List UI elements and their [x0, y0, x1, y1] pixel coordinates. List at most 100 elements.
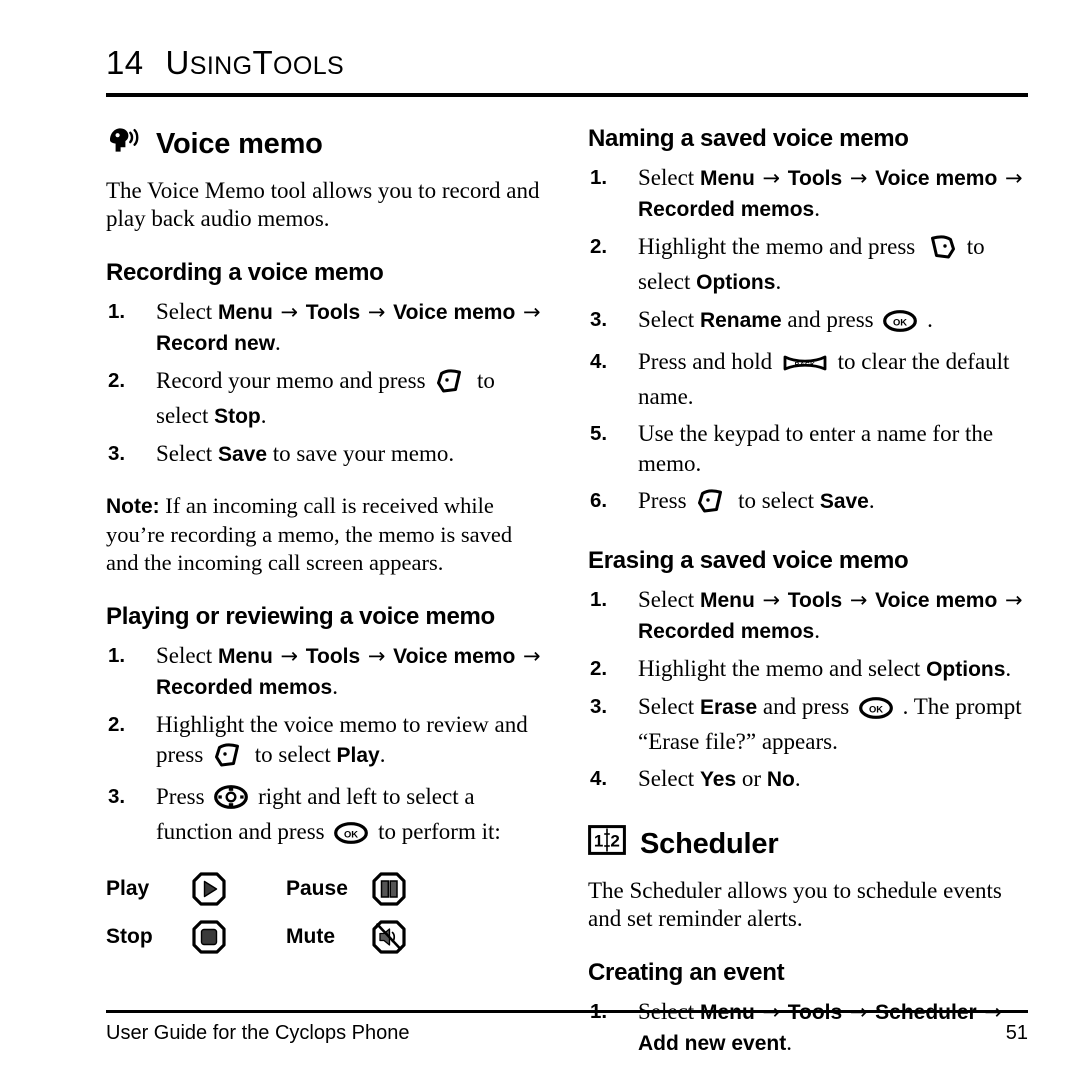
step-text: Select: [156, 643, 218, 668]
arrow-separator-icon: →: [755, 588, 787, 612]
media-control-play: Play: [106, 872, 286, 906]
recording-steps: 1. Select Menu → Tools → Voice memo → Rec…: [106, 297, 546, 470]
step-number: 1.: [590, 588, 608, 611]
step-text: .: [260, 403, 267, 428]
chapter-title-cap-1: U: [165, 44, 190, 81]
step-item: 2. Highlight the voice memo to review and…: [106, 710, 546, 775]
step-number: 2.: [590, 235, 608, 258]
left-softkey-icon: [213, 743, 245, 775]
ui-term: Tools: [787, 167, 843, 190]
step-text: and press: [781, 307, 880, 332]
ui-term: Menu: [699, 589, 755, 612]
step-text: to perform it:: [372, 819, 501, 844]
ui-term: Voice memo: [393, 645, 516, 668]
media-control-stop: Stop: [106, 920, 286, 954]
naming-heading: Naming a saved voice memo: [588, 125, 909, 152]
ui-term: No: [766, 768, 795, 791]
note-body: If an incoming call is received while yo…: [106, 493, 513, 575]
arrow-separator-icon: →: [843, 588, 875, 612]
ui-term: Save: [819, 490, 869, 513]
step-number: 3.: [108, 785, 126, 808]
footer-divider: [106, 1010, 1028, 1013]
svg-text:BACK: BACK: [795, 361, 816, 368]
step-item: 4. Select Yes or No.: [588, 764, 1028, 795]
step-text: and press: [757, 694, 855, 719]
step-text: to select: [249, 742, 337, 767]
chapter-title: USINGTOOLS: [166, 44, 345, 81]
step-number: 4.: [590, 350, 608, 373]
step-text: .: [332, 674, 338, 699]
ui-term: Options: [926, 658, 1006, 681]
ok-key-icon: OK: [334, 822, 369, 852]
step-text: Select: [156, 441, 218, 466]
ui-term: Voice memo: [875, 167, 998, 190]
play-icon: [192, 872, 226, 906]
step-text: Select: [638, 165, 700, 190]
media-label-play: Play: [106, 877, 150, 900]
ui-term: Tools: [305, 301, 361, 324]
step-text: .: [275, 330, 281, 355]
step-text: Highlight the memo and press: [638, 234, 921, 259]
arrow-separator-icon: →: [361, 644, 393, 668]
arrow-separator-icon: →: [843, 166, 875, 190]
footer-left-text: User Guide for the Cyclops Phone: [106, 1022, 410, 1044]
step-item: 6. Press to select Save.: [588, 486, 1028, 521]
manual-page: 14 USINGTOOLS Voice memo The Voice Memo t…: [0, 0, 1080, 1080]
arrow-separator-icon: →: [273, 644, 305, 668]
ui-term: Record new: [156, 332, 276, 355]
erasing-steps: 1. Select Menu → Tools → Voice memo → Rec…: [588, 585, 1028, 795]
step-number: 3.: [108, 442, 126, 465]
step-text: Press: [156, 784, 211, 809]
step-text: .: [814, 618, 820, 643]
step-number: 1.: [108, 644, 126, 667]
voice-memo-heading: Voice memo: [106, 125, 546, 163]
speaking-head-icon: [106, 125, 142, 163]
step-text: .: [921, 307, 933, 332]
step-item: 2. Record your memo and press to select S…: [106, 366, 546, 432]
step-item: 3. Press right and left to select a funct…: [106, 782, 546, 852]
chapter-title-rest-1: SING: [189, 52, 253, 80]
chapter-heading: 14 USINGTOOLS: [106, 44, 1028, 82]
step-text: Press and hold: [638, 349, 778, 374]
step-text: Record your memo and press: [156, 368, 432, 393]
step-text: Select: [638, 587, 700, 612]
step-text: to select: [732, 488, 820, 513]
note-label: Note:: [106, 495, 160, 518]
chapter-title-cap-2: T: [252, 44, 274, 81]
step-text: Use the keypad to enter a name for the m…: [638, 421, 994, 476]
ui-term: Rename: [699, 309, 782, 332]
ui-term: Play: [336, 744, 380, 767]
stop-icon: [192, 920, 226, 954]
right-column: Naming a saved voice memo 1. Select Menu …: [588, 125, 1028, 1066]
media-label-stop: Stop: [106, 925, 153, 948]
playing-heading: Playing or reviewing a voice memo: [106, 603, 495, 630]
naming-steps: 1. Select Menu → Tools → Voice memo → Rec…: [588, 163, 1028, 521]
navigation-key-icon: [214, 785, 249, 817]
scheduler-heading: 1 2 Scheduler: [588, 825, 1028, 863]
back-key-icon: BACK: [782, 352, 828, 382]
step-text: .: [868, 488, 875, 513]
step-text: Select: [638, 307, 700, 332]
step-text: .: [814, 196, 820, 221]
step-text: .: [1005, 656, 1012, 681]
media-label-mute: Mute: [286, 925, 335, 948]
media-row: Play Pause: [106, 872, 466, 906]
step-number: 5.: [590, 422, 608, 445]
step-number: 3.: [590, 308, 608, 331]
ui-term: Menu: [217, 645, 273, 668]
ui-term: Stop: [214, 405, 261, 428]
ui-term: Recorded memos: [156, 676, 333, 699]
ui-term: Options: [696, 271, 776, 294]
step-text: Select: [638, 694, 700, 719]
step-item: 1. Select Menu → Tools → Voice memo → Rec…: [588, 585, 1028, 647]
step-text: Highlight the memo and select: [638, 656, 927, 681]
step-number: 2.: [590, 657, 608, 680]
step-number: 3.: [590, 695, 608, 718]
scheduler-book-icon: 1 2: [588, 825, 626, 863]
ui-term: Menu: [217, 301, 273, 324]
step-item: 2. Highlight the memo and select Options.: [588, 654, 1028, 685]
svg-text:OK: OK: [344, 829, 358, 840]
step-text: .: [379, 742, 386, 767]
step-item: 3. Select Rename and press OK .: [588, 305, 1028, 340]
arrow-separator-icon: →: [998, 166, 1023, 190]
